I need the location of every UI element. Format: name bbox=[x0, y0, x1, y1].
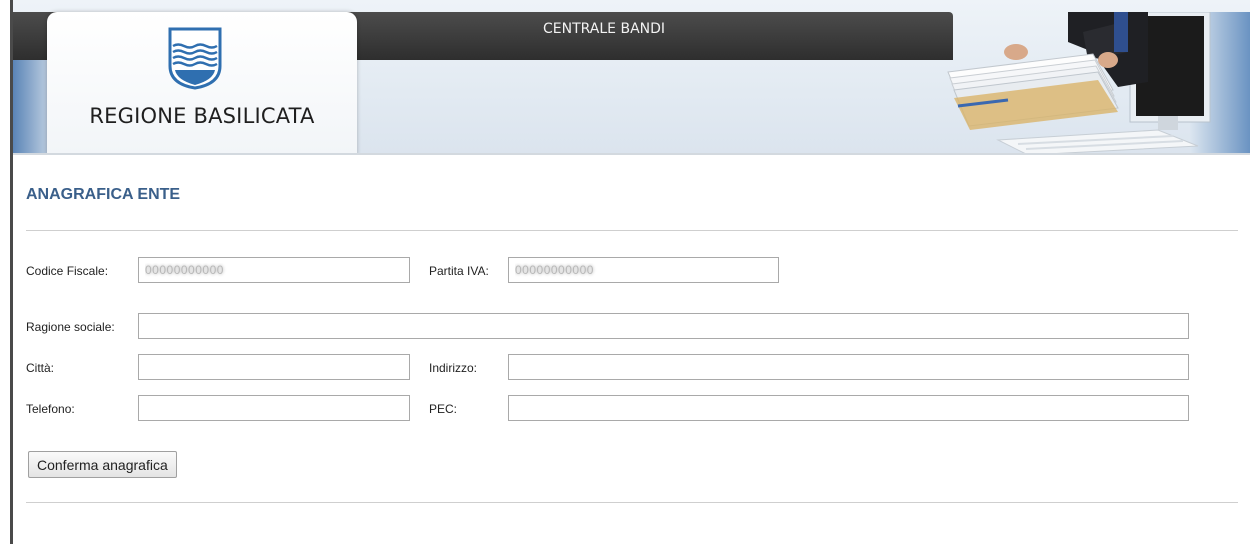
section-divider-top bbox=[26, 230, 1238, 231]
indirizzo-label: Indirizzo: bbox=[429, 361, 478, 375]
telefono-field[interactable] bbox=[138, 395, 410, 421]
app-title: CENTRALE BANDI bbox=[543, 21, 666, 37]
codice-fiscale-field[interactable] bbox=[138, 257, 410, 283]
partita-iva-field[interactable] bbox=[508, 257, 779, 283]
citta-label: Città: bbox=[26, 361, 55, 375]
regione-basilicata-crest-icon bbox=[168, 27, 222, 90]
ragione-sociale-label: Ragione sociale: bbox=[26, 320, 115, 334]
documents-handover-illustration-icon bbox=[947, 12, 1211, 155]
header-divider bbox=[13, 153, 1250, 155]
codice-fiscale-label: Codice Fiscale: bbox=[26, 264, 109, 278]
section-title: ANAGRAFICA ENTE bbox=[26, 186, 181, 203]
page-frame: REGIONE BASILICATA CENTRALE BANDI ANAGRA… bbox=[10, 0, 1250, 544]
confirm-anagrafica-button[interactable]: Conferma anagrafica bbox=[28, 451, 177, 478]
partita-iva-label: Partita IVA: bbox=[429, 264, 489, 278]
indirizzo-field[interactable] bbox=[508, 354, 1189, 380]
site-header: REGIONE BASILICATA CENTRALE BANDI bbox=[13, 0, 1250, 155]
citta-field[interactable] bbox=[138, 354, 410, 380]
logo-card[interactable]: REGIONE BASILICATA bbox=[47, 12, 357, 155]
pec-field[interactable] bbox=[508, 395, 1189, 421]
section-divider-bottom bbox=[26, 502, 1238, 503]
ragione-sociale-field[interactable] bbox=[138, 313, 1189, 339]
telefono-label: Telefono: bbox=[26, 402, 75, 416]
brand-name: REGIONE BASILICATA bbox=[89, 104, 315, 128]
pec-label: PEC: bbox=[429, 402, 458, 416]
